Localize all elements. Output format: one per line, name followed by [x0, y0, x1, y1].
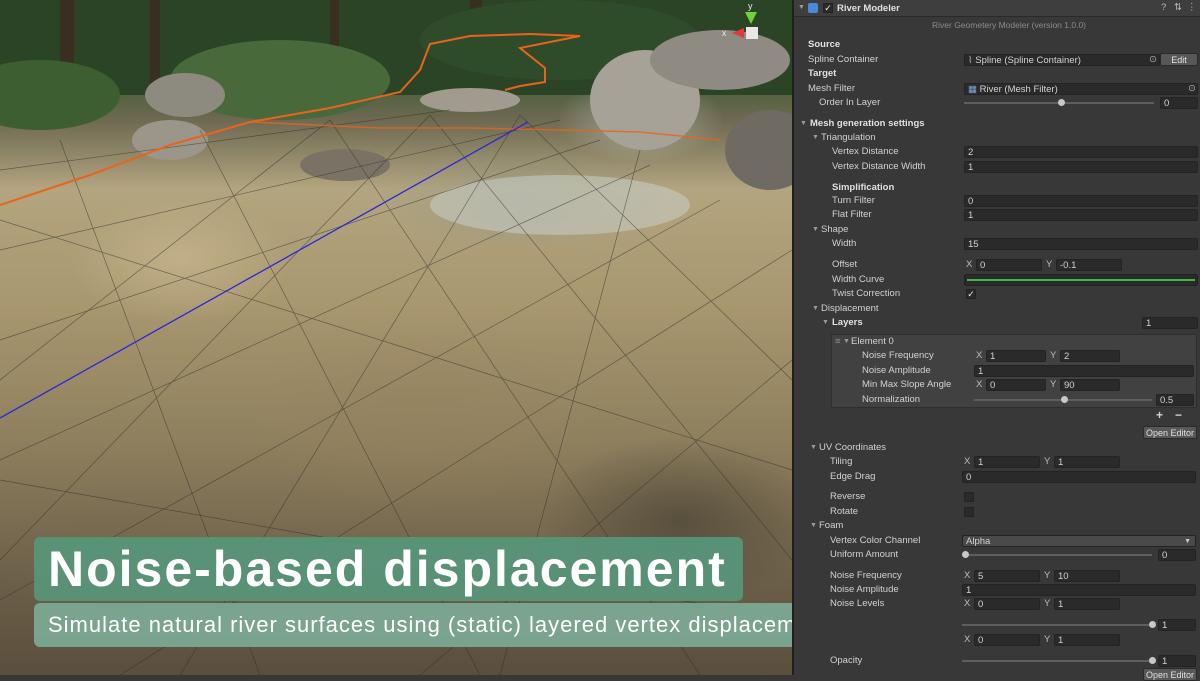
chevron-down-icon: ▼ [1184, 538, 1191, 545]
remove-element-button[interactable]: − [1175, 408, 1182, 422]
foldout-arrow-icon[interactable]: ▼ [810, 519, 817, 533]
open-editor-button[interactable]: Open Editor [1143, 426, 1197, 439]
inspector-panel-lower: ≡ ▼ Element 0 Noise Frequency X 1 Y 2 No… [792, 0, 1200, 681]
tiling-x-axis: X [964, 456, 971, 467]
edge-drag-label: Edge Drag [830, 471, 876, 482]
foldout-arrow-icon[interactable]: ▼ [843, 335, 850, 349]
tiling-label: Tiling [830, 456, 853, 467]
foam-noise-frequency-x-field[interactable]: 5 [974, 570, 1040, 582]
foam-slider-field[interactable]: 1 [1158, 619, 1196, 631]
reverse-label: Reverse [830, 491, 866, 502]
noise-amplitude-label: Noise Amplitude [862, 365, 931, 376]
tiling-x-field[interactable]: 1 [974, 456, 1040, 468]
spline-centerline [0, 121, 529, 419]
rotate-label: Rotate [830, 506, 858, 517]
uniform-amount-knob[interactable] [962, 551, 969, 558]
noise-frequency-y-field[interactable]: 2 [1060, 350, 1120, 362]
opacity-label: Opacity [830, 655, 863, 666]
normalization-label: Normalization [862, 394, 921, 405]
noise-frequency-label: Noise Frequency [862, 350, 934, 361]
noise-levels-label: Noise Levels [830, 598, 885, 609]
rotate-checkbox[interactable] [964, 507, 974, 517]
drag-handle-icon[interactable]: ≡ [835, 335, 841, 349]
tiling-y-field[interactable]: 1 [1054, 456, 1120, 468]
vertex-color-channel-value: Alpha [966, 536, 991, 547]
add-element-button[interactable]: + [1156, 408, 1163, 422]
foldout-arrow-icon[interactable]: ▼ [810, 441, 817, 455]
foam-noise-amplitude-label: Noise Amplitude [830, 584, 899, 595]
reverse-checkbox[interactable] [964, 492, 974, 502]
slope-y-axis: Y [1050, 379, 1057, 390]
opacity-field[interactable]: 1 [1158, 655, 1196, 667]
opacity-track[interactable] [962, 660, 1152, 662]
foam-vector-x-axis: X [964, 634, 971, 645]
foam-slider-track[interactable] [962, 624, 1152, 626]
foam-noise-amplitude-field[interactable]: 1 [962, 584, 1196, 596]
tiling-y-axis: Y [1044, 456, 1051, 467]
normalization-knob[interactable] [1061, 396, 1068, 403]
edge-drag-field[interactable]: 0 [962, 471, 1196, 483]
gizmo-y-label: y [748, 1, 753, 11]
foam-frequency-y-axis: Y [1044, 570, 1051, 581]
slope-x-axis: X [976, 379, 983, 390]
foam-frequency-x-axis: X [964, 570, 971, 581]
noise-frequency-y-axis: Y [1050, 350, 1057, 361]
noise-frequency-x-field[interactable]: 1 [986, 350, 1046, 362]
min-max-slope-x-field[interactable]: 0 [986, 379, 1046, 391]
vertex-color-channel-dropdown[interactable]: Alpha ▼ [962, 535, 1196, 547]
noise-levels-x-axis: X [964, 598, 971, 609]
gizmo-x-label: x [722, 28, 727, 38]
foam-vector-y-field[interactable]: 1 [1054, 634, 1120, 646]
foam-noise-frequency-label: Noise Frequency [830, 570, 902, 581]
element-0-label[interactable]: Element 0 [851, 335, 894, 349]
subline-caption: Simulate natural river surfaces using (s… [34, 603, 846, 647]
foam-heading[interactable]: Foam [819, 519, 843, 533]
normalization-field[interactable]: 0.5 [1156, 394, 1194, 406]
noise-levels-y-axis: Y [1044, 598, 1051, 609]
foam-vector-x-field[interactable]: 0 [974, 634, 1040, 646]
foam-vector-y-axis: Y [1044, 634, 1051, 645]
noise-levels-y-field[interactable]: 1 [1054, 598, 1120, 610]
uv-coordinates-heading[interactable]: UV Coordinates [819, 441, 886, 455]
min-max-slope-label: Min Max Slope Angle [862, 379, 952, 390]
headline-caption: Noise-based displacement [34, 537, 743, 601]
gizmo-center[interactable] [746, 27, 758, 39]
foam-slider-knob[interactable] [1149, 621, 1156, 628]
noise-amplitude-field[interactable]: 1 [974, 365, 1194, 377]
vertex-color-channel-label: Vertex Color Channel [830, 535, 921, 546]
min-max-slope-y-field[interactable]: 90 [1060, 379, 1120, 391]
noise-levels-x-field[interactable]: 0 [974, 598, 1040, 610]
uniform-amount-label: Uniform Amount [830, 549, 899, 560]
uniform-amount-track[interactable] [962, 554, 1152, 556]
uniform-amount-field[interactable]: 0 [1158, 549, 1196, 561]
foam-noise-frequency-y-field[interactable]: 10 [1054, 570, 1120, 582]
noise-frequency-x-axis: X [976, 350, 983, 361]
opacity-knob[interactable] [1149, 657, 1156, 664]
